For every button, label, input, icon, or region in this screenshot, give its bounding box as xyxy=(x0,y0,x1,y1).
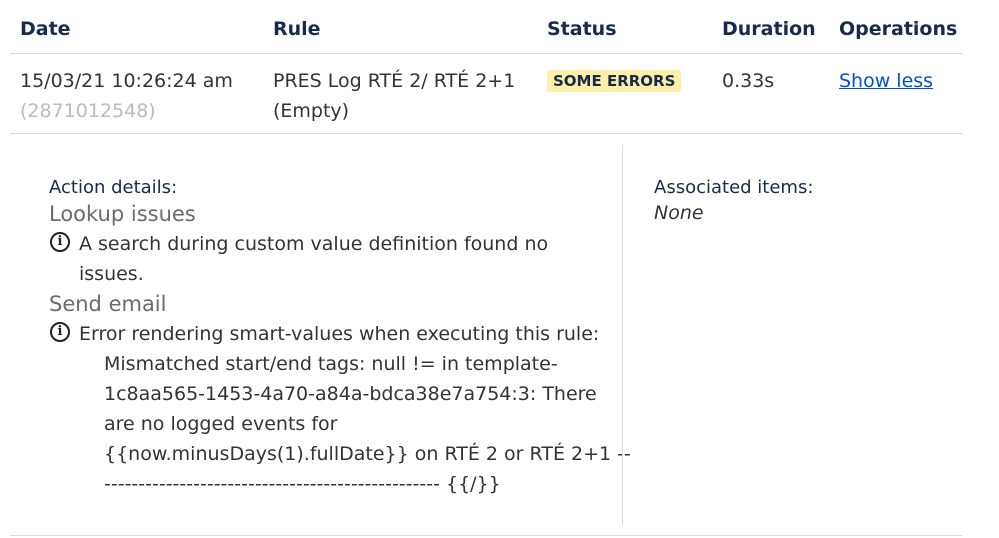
associated-items-title: Associated items: xyxy=(654,177,814,198)
email-message-line: 1c8aa565-1453-4a70-a84a-bdca38e7a754:3: … xyxy=(104,383,597,405)
column-header-rule: Rule xyxy=(273,18,321,40)
column-header-status: Status xyxy=(547,18,617,40)
column-header-date: Date xyxy=(20,18,71,40)
status-badge: SOME ERRORS xyxy=(547,70,682,92)
show-less-link[interactable]: Show less xyxy=(839,66,933,96)
email-message-line: Mismatched start/end tags: null != in te… xyxy=(104,353,558,375)
action-details-title: Action details: xyxy=(49,177,178,198)
lookup-message-cont: issues. xyxy=(79,263,144,285)
row-divider xyxy=(10,133,962,134)
details-divider xyxy=(622,145,623,525)
row-rule-name: PRES Log RTÉ 2/ RTÉ 2+1 xyxy=(273,70,516,92)
associated-items-value: None xyxy=(654,202,704,224)
email-message-line: {{now.minusDays(1).fullDate}} on RTÉ 2 o… xyxy=(104,443,631,465)
email-message-line: ----------------------------------------… xyxy=(104,473,501,495)
send-email-title: Send email xyxy=(49,292,167,316)
info-icon: i xyxy=(50,232,70,252)
info-icon: i xyxy=(50,322,70,342)
row-date: 15/03/21 10:26:24 am xyxy=(20,70,233,92)
header-divider xyxy=(10,53,962,54)
column-header-duration: Duration xyxy=(722,18,816,40)
row-duration: 0.33s xyxy=(722,70,775,92)
bottom-divider xyxy=(10,535,962,536)
email-message-line: are no logged events for xyxy=(104,413,338,435)
row-id: (2871012548) xyxy=(20,100,156,122)
email-message: Error rendering smart-values when execut… xyxy=(79,323,600,345)
column-header-operations: Operations xyxy=(839,18,958,40)
lookup-issues-title: Lookup issues xyxy=(49,202,196,226)
row-rule-subtitle: (Empty) xyxy=(273,100,350,122)
lookup-message: A search during custom value definition … xyxy=(79,233,549,255)
